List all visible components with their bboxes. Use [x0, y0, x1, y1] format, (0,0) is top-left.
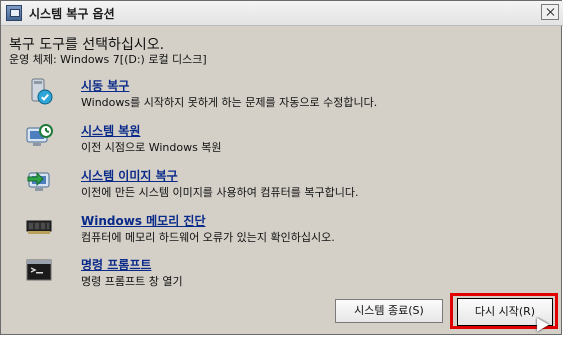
system-image-icon: [27, 171, 50, 191]
command-prompt-link[interactable]: 명령 프롬프트: [81, 256, 151, 273]
system-image-recovery-description: 이전에 만든 시스템 이미지를 사용하여 컴퓨터를 복구합니다.: [81, 186, 359, 199]
option-memory-diagnostic: Windows 메모리 진단 컴퓨터에 메모리 하드웨어 오류가 있는지 확인하…: [1, 212, 563, 256]
operating-system-label: 운영 체제: Windows 7[(D:) 로컬 디스크]: [9, 53, 207, 66]
option-system-image-recovery: 시스템 이미지 복구 이전에 만든 시스템 이미지를 사용하여 컴퓨터를 복구합…: [1, 167, 563, 211]
system-restore-icon: [26, 124, 53, 146]
system-recovery-window: 시스템 복구 옵션 복구 도구를 선택하십시오. 운영 체제: Windows …: [0, 0, 563, 335]
system-restore-link[interactable]: 시스템 복원: [81, 122, 140, 139]
option-system-restore: 시스템 복원 이전 시점으로 Windows 복원: [1, 122, 563, 166]
option-startup-repair: 시동 복구 Windows를 시작하지 못하게 하는 문제를 자동으로 수정합니…: [1, 77, 563, 121]
system-restore-description: 이전 시점으로 Windows 복원: [81, 141, 222, 154]
system-image-recovery-link[interactable]: 시스템 이미지 복구: [81, 167, 178, 184]
shutdown-button[interactable]: 시스템 종료(S): [335, 299, 443, 323]
window-app-icon: [6, 5, 22, 21]
memory-diagnostic-link[interactable]: Windows 메모리 진단: [81, 212, 206, 229]
startup-repair-description: Windows를 시작하지 못하게 하는 문제를 자동으로 수정합니다.: [81, 96, 378, 109]
window-title: 시스템 복구 옵션: [29, 7, 115, 21]
title-bar: 시스템 복구 옵션: [1, 1, 563, 26]
command-prompt-description: 명령 프롬프트 창 열기: [81, 275, 183, 288]
startup-repair-link[interactable]: 시동 복구: [81, 77, 129, 94]
startup-repair-icon: [31, 78, 53, 105]
memory-diagnostic-icon: [26, 220, 52, 234]
command-prompt-icon: [26, 259, 52, 281]
memory-diagnostic-description: 컴퓨터에 메모리 하드웨어 오류가 있는지 확인하십시오.: [81, 231, 335, 244]
close-button[interactable]: [541, 4, 559, 20]
